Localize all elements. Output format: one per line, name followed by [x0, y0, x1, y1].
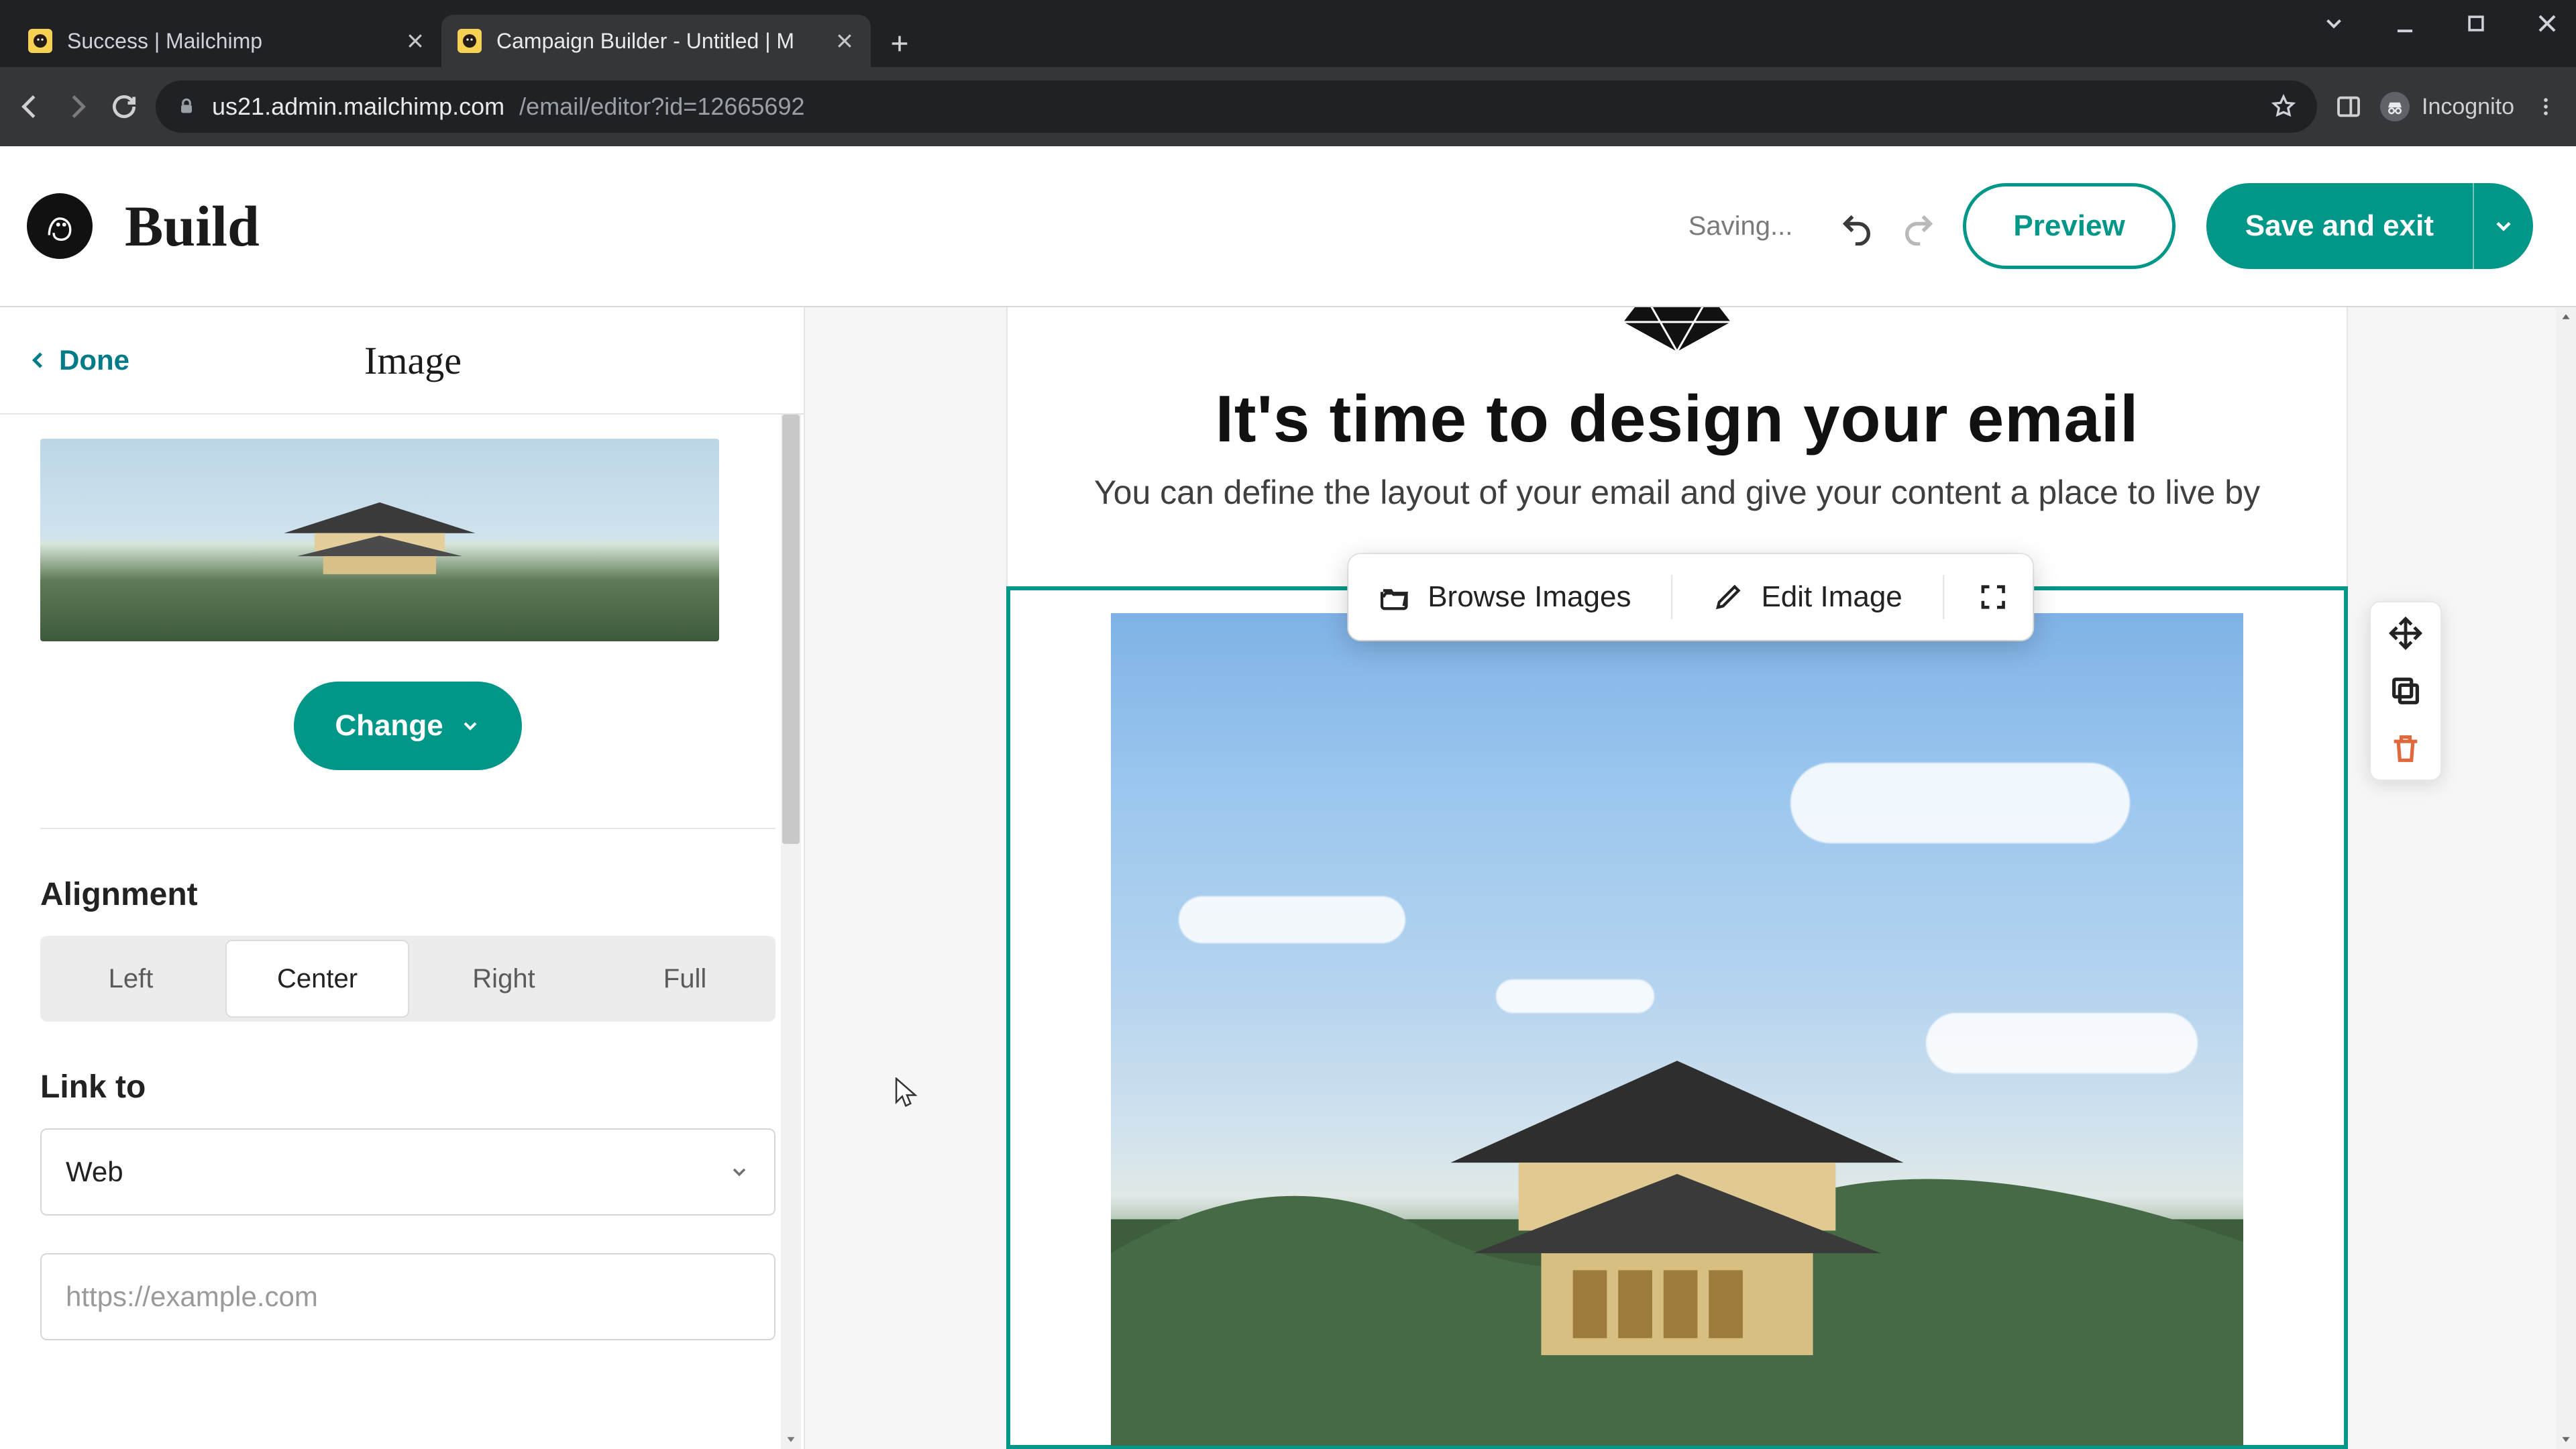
app-header: Build Saving... Preview Save and exit [0, 146, 2576, 307]
new-tab-button[interactable] [883, 27, 916, 60]
sidebar: Done Image [0, 307, 805, 1449]
chrome-menu-icon[interactable] [2530, 91, 2561, 122]
window-close-icon[interactable] [2533, 9, 2561, 38]
toolbar-divider [1671, 575, 1672, 619]
save-and-exit-button[interactable]: Save and exit [2206, 183, 2473, 269]
save-menu-caret[interactable] [2473, 183, 2533, 269]
app-root: Build Saving... Preview Save and exit [0, 146, 2576, 1449]
nav-forward-icon[interactable] [62, 91, 93, 122]
move-icon[interactable] [2388, 616, 2423, 651]
alignment-segmented: Left Center Right Full [40, 936, 775, 1022]
image-thumbnail[interactable] [40, 439, 719, 641]
url-host: us21.admin.mailchimp.com [212, 93, 504, 121]
incognito-icon [2380, 92, 2410, 121]
align-right-option[interactable]: Right [413, 936, 594, 1022]
browse-images-button[interactable]: Browse Images [1363, 580, 1647, 614]
incognito-label: Incognito [2422, 94, 2514, 120]
chevron-down-icon [460, 715, 481, 737]
image-toolbar: Browse Images Edit Image [1348, 554, 2033, 640]
alignment-heading: Alignment [40, 876, 775, 913]
folder-open-icon [1379, 582, 1410, 612]
page-title: Build [125, 193, 260, 260]
mouse-cursor-icon [895, 1077, 919, 1108]
link-url-placeholder: https://example.com [66, 1281, 318, 1313]
change-label: Change [335, 709, 443, 743]
image-block-content [1111, 613, 2243, 1446]
sidebar-header: Done Image [0, 307, 804, 415]
window-controls [2320, 9, 2561, 38]
browser-tab[interactable]: Success | Mailchimp [12, 15, 441, 67]
redo-icon[interactable] [1901, 211, 1932, 241]
preview-button[interactable]: Preview [1963, 183, 2175, 269]
side-panel-icon[interactable] [2333, 91, 2364, 122]
edit-image-button[interactable]: Edit Image [1697, 580, 1918, 614]
duplicate-icon[interactable] [2388, 674, 2423, 708]
window-minimize-icon[interactable] [2391, 9, 2419, 38]
expand-icon [1978, 582, 2008, 612]
scrollbar-thumb[interactable] [782, 415, 800, 844]
incognito-indicator[interactable]: Incognito [2380, 92, 2514, 121]
canvas-scrollbar[interactable] [2556, 307, 2576, 1449]
pencil-icon [1713, 582, 1743, 612]
change-image-button[interactable]: Change [294, 682, 522, 770]
save-status: Saving... [1688, 211, 1793, 241]
temple-illustration [1111, 996, 2243, 1446]
omnibox-right [2270, 93, 2297, 120]
app-body: Done Image [0, 307, 2576, 1449]
diamond-logo-icon [1623, 307, 1731, 352]
bookmark-star-icon[interactable] [2270, 93, 2297, 120]
chevron-down-icon[interactable] [2320, 9, 2348, 38]
scroll-down-icon[interactable] [781, 1429, 801, 1449]
mailchimp-logo-icon[interactable] [27, 193, 93, 259]
browser-tab[interactable]: Campaign Builder - Untitled | M [441, 15, 871, 67]
done-label: Done [59, 344, 129, 376]
browser-tab-strip: Success | Mailchimp Campaign Builder - U… [0, 0, 2576, 67]
link-to-heading: Link to [40, 1069, 775, 1106]
sidebar-title: Image [129, 338, 696, 383]
preview-button-label: Preview [2013, 209, 2125, 243]
chevron-left-icon [27, 349, 50, 372]
link-url-input[interactable]: https://example.com [40, 1253, 775, 1340]
lock-icon [176, 96, 197, 117]
nav-reload-icon[interactable] [109, 91, 140, 122]
undo-icon[interactable] [1839, 211, 1870, 241]
close-tab-icon[interactable] [835, 31, 855, 51]
save-button-label: Save and exit [2245, 209, 2434, 243]
block-actions [2369, 601, 2442, 781]
selected-image-block[interactable] [1006, 586, 2348, 1449]
scroll-down-icon[interactable] [2556, 1429, 2576, 1449]
done-button[interactable]: Done [27, 344, 129, 376]
align-full-option[interactable]: Full [594, 936, 775, 1022]
canvas: It's time to design your email You can d… [805, 307, 2576, 1449]
url-path: /email/editor?id=12665692 [519, 93, 804, 121]
link-type-value: Web [66, 1156, 123, 1188]
favicon-mailchimp-icon [458, 29, 482, 53]
nav-back-icon[interactable] [15, 91, 46, 122]
header-actions: Saving... Preview Save and exit [1688, 183, 2533, 269]
edit-image-label: Edit Image [1761, 580, 1902, 614]
save-button-group: Save and exit [2206, 183, 2533, 269]
chevron-down-icon [729, 1161, 750, 1183]
browse-images-label: Browse Images [1428, 580, 1631, 614]
scroll-up-icon[interactable] [2556, 307, 2576, 327]
window-maximize-icon[interactable] [2462, 9, 2490, 38]
favicon-mailchimp-icon [28, 29, 52, 53]
align-center-option[interactable]: Center [225, 940, 409, 1018]
toolbar-divider [1943, 575, 1944, 619]
address-bar[interactable]: us21.admin.mailchimp.com/email/editor?id… [156, 80, 2317, 133]
divider [40, 828, 775, 829]
email-subline: You can define the layout of your email … [1088, 473, 2266, 512]
sidebar-scrollbar[interactable] [781, 415, 801, 1449]
browser-tab-title: Success | Mailchimp [67, 29, 390, 54]
link-type-select[interactable]: Web [40, 1128, 775, 1216]
align-left-option[interactable]: Left [40, 936, 221, 1022]
delete-icon[interactable] [2388, 731, 2423, 766]
browser-toolbar: us21.admin.mailchimp.com/email/editor?id… [0, 67, 2576, 146]
sidebar-scroll-area: Change Alignment Left Center Right Full … [40, 415, 775, 1449]
email-headline: It's time to design your email [1088, 381, 2266, 457]
close-tab-icon[interactable] [405, 31, 425, 51]
temple-roof-illustration [271, 500, 488, 577]
browser-tab-title: Campaign Builder - Untitled | M [496, 29, 820, 54]
expand-button[interactable] [1968, 582, 2018, 612]
